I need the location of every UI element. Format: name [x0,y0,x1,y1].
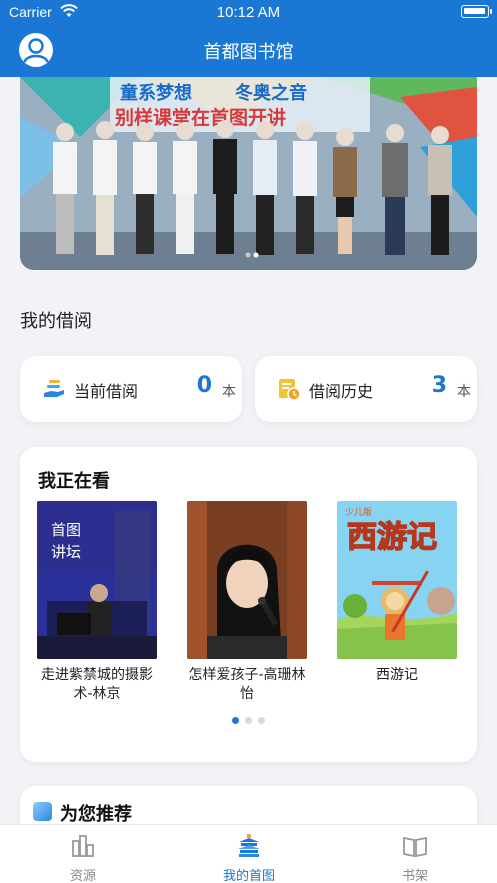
tab-label: 我的首图 [222,869,275,883]
top-bar: Carrier 10:12 AM 首都图书馆 [0,0,497,77]
current-borrow-unit: 本 [222,384,236,400]
banner-dot-active [253,252,259,258]
chart-icon [72,835,94,857]
book-title: 怎样爱孩子-高珊林怡 [188,667,306,702]
carousel-dot[interactable] [245,717,252,724]
currently-reading-title: 我正在看 [38,471,110,492]
borrow-history-card[interactable]: 借阅历史 3 本 [255,356,477,422]
book-title: 西游记 [376,667,418,683]
banner-title-1a: 童系梦想 [120,82,192,104]
banner-carousel[interactable]: 童系梦想 冬奥之音 别样课堂在首图开讲 [20,77,477,270]
page-title: 首都图书馆 [203,42,294,63]
svg-text:讲坛: 讲坛 [51,543,81,561]
book-cover [187,501,307,659]
book-item[interactable]: 首图 讲坛 走进紫禁城的摄影术-林京 [37,501,157,704]
cover-lecture-text: 首图 [51,521,81,539]
cover-title: 西游记 [347,520,437,555]
tab-bar: 资源 我的首图 书架 [0,824,497,883]
hand-coin-icon [44,380,64,397]
banner-title-1b: 冬奥之音 [235,82,307,104]
battery-icon [461,5,492,18]
tab-my-library[interactable]: 我的首图 [166,825,332,883]
book-cover: 首图 讲坛 [37,501,157,659]
carousel-dot[interactable] [258,717,265,724]
current-borrow-count: 0 [196,373,212,398]
recommend-title: 为您推荐 [60,804,132,825]
banner-image: 童系梦想 冬奥之音 别样课堂在首图开讲 [20,77,477,270]
recommend-square-icon [33,802,52,821]
carousel-dot-active[interactable] [232,717,239,724]
cover-badge: 少儿版 [345,506,372,518]
book-title: 走进紫禁城的摄影术-林京 [41,667,153,702]
carousel-dots [20,717,477,724]
banner-dot [245,252,251,258]
history-clock-icon [279,379,301,401]
temple-icon [238,834,260,857]
book-cover: 少儿版 西游记 [337,501,457,659]
book-item[interactable]: 少儿版 西游记 西游记 [337,501,457,685]
book-item[interactable]: 怎样爱孩子-高珊林怡 [187,501,307,704]
tab-resources[interactable]: 资源 [0,825,166,883]
my-borrow-title: 我的借阅 [20,311,92,332]
current-borrow-card[interactable]: 当前借阅 0 本 [20,356,242,422]
borrow-history-unit: 本 [457,384,471,400]
current-borrow-label: 当前借阅 [74,382,139,401]
clock: 10:12 AM [216,4,281,21]
borrow-history-count: 3 [431,373,447,398]
book-icon [403,836,427,858]
tab-bookshelf[interactable]: 书架 [332,825,497,883]
tab-label: 资源 [69,869,96,883]
tab-label: 书架 [401,869,428,883]
currently-reading-card: 我正在看 首图 讲坛 走进紫禁城的摄影术-林京 怎样爱孩子-高珊林怡 少儿版 西… [20,447,477,762]
status-bar: Carrier 10:12 AM [0,0,497,26]
borrow-history-label: 借阅历史 [309,382,374,401]
